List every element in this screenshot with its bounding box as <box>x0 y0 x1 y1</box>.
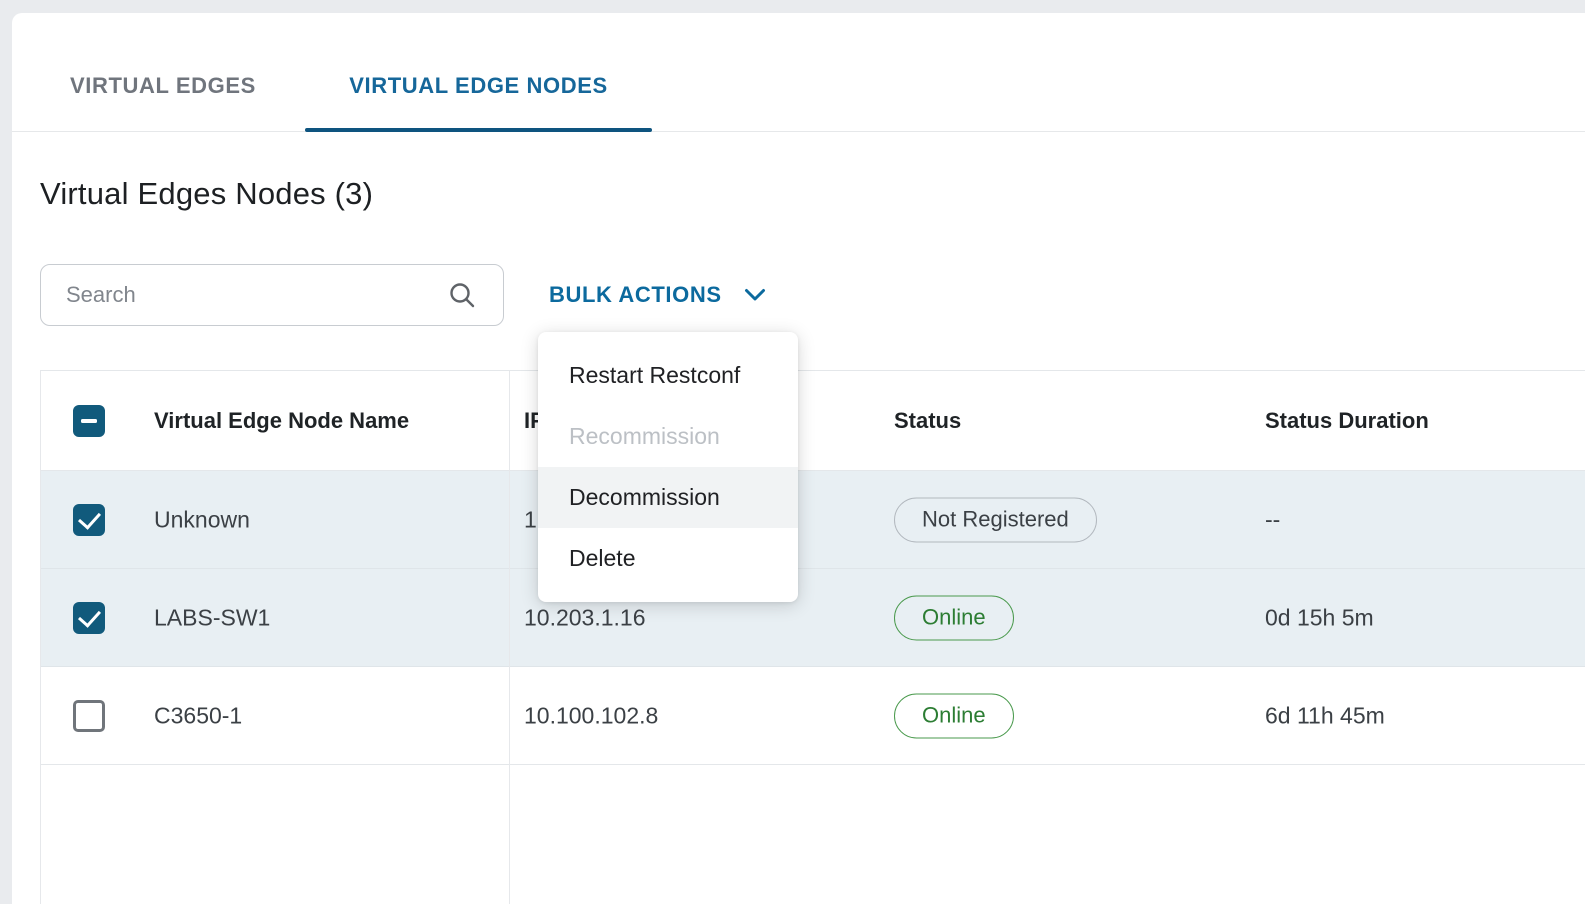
status-duration: -- <box>1265 506 1280 533</box>
bulk-actions-button[interactable]: BULK ACTIONS <box>549 277 766 313</box>
nodes-table: Virtual Edge Node Name IP Address Status… <box>40 370 1585 904</box>
node-ip: 10.100.102.8 <box>524 702 658 729</box>
menu-item-recommission: Recommission <box>538 406 798 467</box>
table-header-row: Virtual Edge Node Name IP Address Status… <box>41 371 1585 471</box>
row-checkbox[interactable] <box>73 700 105 732</box>
search-box[interactable] <box>40 264 504 326</box>
row-checkbox[interactable] <box>73 602 105 634</box>
tab-virtual-edge-nodes[interactable]: VIRTUAL EDGE NODES <box>305 13 652 131</box>
column-header-status: Status <box>894 408 961 434</box>
tab-virtual-edges[interactable]: VIRTUAL EDGES <box>70 13 256 131</box>
menu-item-decommission[interactable]: Decommission <box>538 467 798 528</box>
tab-label: VIRTUAL EDGE NODES <box>349 73 608 99</box>
status-badge: Not Registered <box>894 497 1097 542</box>
table-row-unknown[interactable]: Unknown 1 Not Registered -- <box>41 471 1585 569</box>
active-tab-indicator <box>305 128 652 132</box>
page-title: Virtual Edges Nodes (3) <box>40 176 373 212</box>
search-icon <box>447 280 477 310</box>
node-name: LABS-SW1 <box>154 604 270 631</box>
table-row-labs-sw1[interactable]: LABS-SW1 10.203.1.16 Online 0d 15h 5m <box>41 569 1585 667</box>
bulk-actions-menu: Restart Restconf Recommission Decommissi… <box>538 332 798 602</box>
node-name: C3650-1 <box>154 702 242 729</box>
select-all-checkbox[interactable] <box>73 405 105 437</box>
search-input[interactable] <box>41 282 447 308</box>
column-divider <box>509 371 510 904</box>
status-duration: 6d 11h 45m <box>1265 702 1385 729</box>
content-card: VIRTUAL EDGES VIRTUAL EDGE NODES Virtual… <box>12 13 1585 904</box>
menu-item-restart-restconf[interactable]: Restart Restconf <box>538 345 798 406</box>
chevron-down-icon <box>744 288 766 302</box>
status-badge: Online <box>894 693 1014 738</box>
row-checkbox[interactable] <box>73 504 105 536</box>
node-ip: 10.203.1.16 <box>524 604 646 631</box>
node-ip: 1 <box>524 506 537 533</box>
column-header-name: Virtual Edge Node Name <box>154 408 409 434</box>
status-badge: Online <box>894 595 1014 640</box>
node-name: Unknown <box>154 506 250 533</box>
bulk-actions-label: BULK ACTIONS <box>549 282 722 308</box>
column-header-status-duration: Status Duration <box>1265 408 1429 434</box>
table-row-c3650-1[interactable]: C3650-1 10.100.102.8 Online 6d 11h 45m <box>41 667 1585 765</box>
menu-item-delete[interactable]: Delete <box>538 528 798 589</box>
status-duration: 0d 15h 5m <box>1265 604 1374 631</box>
tab-bar: VIRTUAL EDGES VIRTUAL EDGE NODES <box>12 13 1585 132</box>
